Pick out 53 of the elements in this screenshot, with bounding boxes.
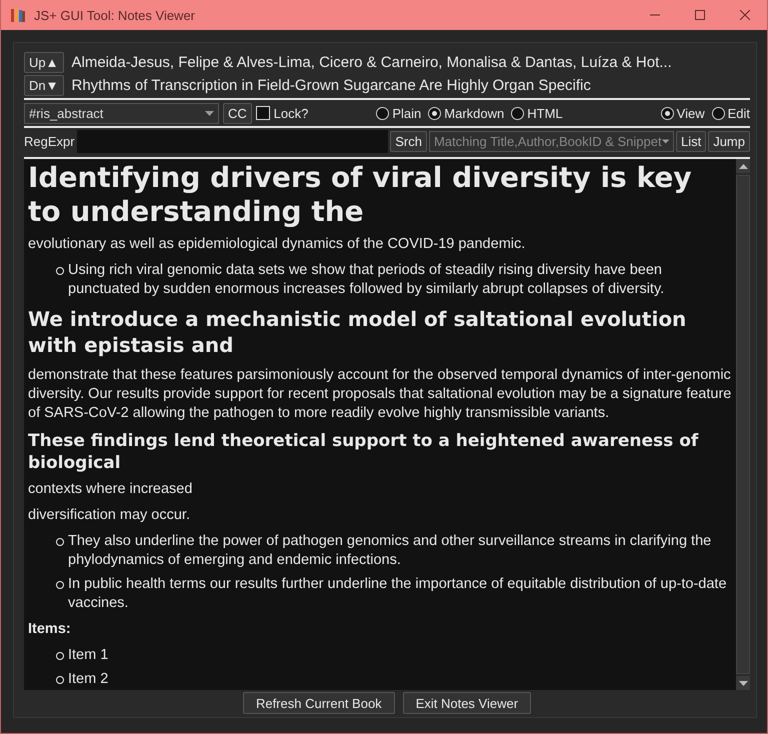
radio-label: Markdown — [444, 106, 504, 120]
field-dropdown[interactable]: #ris_abstract — [24, 102, 219, 124]
radio-button[interactable] — [712, 106, 725, 120]
radio-label: Edit — [728, 106, 750, 120]
scrollbar[interactable] — [736, 159, 750, 690]
caret-icon[interactable] — [205, 110, 214, 116]
radio-label: Plain — [392, 106, 422, 120]
cc-button[interactable]: CC — [223, 102, 252, 124]
regex-input[interactable] — [76, 130, 388, 152]
heading: These findings lend theoretical support to a heightened awareness of biological — [28, 430, 700, 474]
radio-button[interactable] — [511, 106, 524, 120]
up-button[interactable]: Up▲ — [24, 52, 64, 73]
book-title: Rhythms of Transcription in Field-Grown Sugarcane Are Highly Organ Specific — [72, 77, 591, 94]
regexpr-label: RegExpr — [24, 134, 75, 148]
down-button[interactable]: Dn▼ — [24, 75, 64, 96]
paragraph: diversification may occur. — [28, 506, 191, 525]
heading: We introduce a mechanistic model of saltational evolution with epistasis and — [28, 306, 688, 358]
books-icon — [10, 7, 26, 23]
radio-label: View — [676, 106, 705, 120]
match-dropdown[interactable]: Matching Title,Author,BookID & Snippet — [428, 130, 674, 152]
refresh-button[interactable]: Refresh Current Book — [242, 692, 395, 714]
search-button[interactable]: Srch — [390, 130, 427, 152]
bold-label: Items: — [28, 620, 72, 639]
exit-button[interactable]: Exit Notes Viewer — [402, 692, 532, 714]
action-button[interactable]: List — [676, 130, 706, 152]
action-button[interactable]: Jump — [708, 130, 750, 152]
radio-label: HTML — [527, 106, 563, 120]
list-item: Item 2 — [68, 670, 108, 689]
book-authors: Almeida-Jesus, Felipe & Alves-Lima, Cicero & Carneiro, Monalisa & Dantas, Luíza & Hot... — [72, 54, 672, 71]
maximize-icon[interactable] — [694, 10, 706, 20]
paragraph: contexts where increased — [28, 480, 194, 499]
list-item: They also underline the power of pathogen genomics and other surveillance streams in clarifying the phylodynamics of emerging and endemic infections. — [68, 532, 712, 570]
scroll-up-icon[interactable] — [738, 164, 748, 168]
lock-label: Lock? — [274, 106, 308, 120]
lock-checkbox[interactable] — [256, 106, 270, 120]
window-title: JS+ GUI Tool: Notes Viewer — [34, 8, 196, 22]
list-item: Item 1 — [68, 646, 108, 665]
radio-button[interactable] — [428, 106, 442, 120]
caret-icon[interactable] — [662, 138, 669, 144]
radio-button[interactable] — [660, 106, 674, 120]
bullet-icon — [56, 581, 64, 589]
bullet-icon — [56, 267, 64, 275]
bullet-icon — [56, 676, 64, 684]
paragraph: evolutionary as well as epidemiological dynamics of the COVID-19 pandemic. — [28, 235, 526, 254]
close-icon[interactable] — [738, 10, 750, 20]
radio-button[interactable] — [376, 106, 390, 120]
scroll-down-icon[interactable] — [738, 680, 748, 686]
list-item: Using rich viral genomic data sets we show that periods of steadily rising diversity have been punctuated by sudden enormous increases followed by similarly abrupt collapses of diversity. — [68, 261, 666, 299]
bullet-icon — [56, 652, 64, 660]
list-item: In public health terms our results further underline the importance of equitable distribution of up-to-date vaccines. — [68, 575, 728, 613]
bullet-icon — [56, 538, 64, 546]
heading: Identifying drivers of viral diversity is key to understanding the — [28, 161, 693, 229]
paragraph: demonstrate that these features parsimoniously account for the observed temporal dynamics of inter-genomic diversity. Our results provide support for recent proposals that saltational evolution may be a signature feature of SARS-CoV-2 allowing the pathogen to more readily evolve highly transmissible variants. — [28, 366, 732, 423]
